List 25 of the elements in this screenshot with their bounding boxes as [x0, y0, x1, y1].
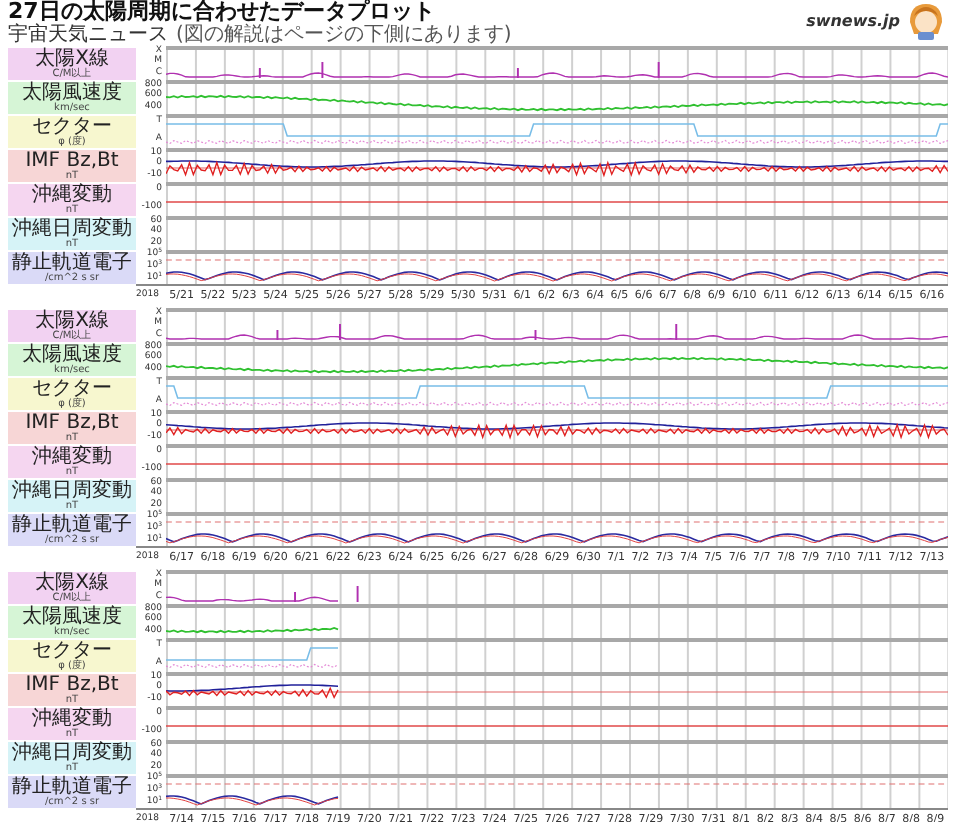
row-label: 静止軌道電子	[12, 514, 132, 536]
row-label: 静止軌道電子	[12, 252, 132, 274]
mascot-drawing	[904, 0, 948, 40]
row-label: セクター	[32, 378, 112, 400]
row-label: IMF Bz,Bt	[25, 150, 119, 172]
row-label: セクター	[32, 640, 112, 662]
row-label: セクター	[32, 116, 112, 138]
row-label: 沖縄変動	[32, 446, 112, 468]
row-label: 沖縄変動	[32, 184, 112, 206]
row-label: 太陽風速度	[22, 82, 122, 104]
row-label: 静止軌道電子	[12, 776, 132, 798]
page-note: (図の解説はページの下側にあります)	[176, 24, 512, 46]
row-label: 太陽風速度	[22, 606, 122, 628]
logo-text: swnews.jp	[806, 11, 900, 29]
row-label: 沖縄日周変動	[12, 742, 132, 764]
row-label: 太陽X線	[35, 572, 109, 594]
row-label: IMF Bz,Bt	[25, 674, 119, 696]
row-label: 沖縄日周変動	[12, 218, 132, 240]
row-label: 太陽風速度	[22, 344, 122, 366]
row-label: 太陽X線	[35, 310, 109, 332]
row-label: 太陽X線	[35, 48, 109, 70]
row-label: 沖縄変動	[32, 708, 112, 730]
site-name: 宇宙天気ニュース	[8, 24, 168, 46]
row-label: 沖縄日周変動	[12, 480, 132, 502]
row-label: IMF Bz,Bt	[25, 412, 119, 434]
